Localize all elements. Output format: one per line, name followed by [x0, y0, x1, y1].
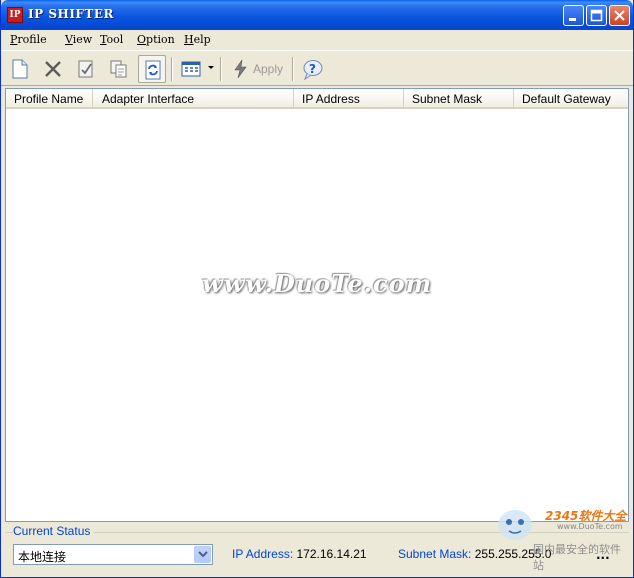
logo-tagline: 国内最安全的软件站 — [533, 543, 621, 572]
apply-button[interactable] — [227, 55, 255, 83]
adapter-select-value: 本地连接 — [18, 550, 67, 564]
profile-list[interactable]: Profile Name Adapter Interface IP Addres… — [5, 88, 629, 522]
refresh-icon — [145, 60, 161, 80]
column-default-gateway[interactable]: Default Gateway — [514, 89, 628, 107]
minimize-icon — [569, 18, 576, 21]
copy-button[interactable] — [105, 55, 133, 83]
list-header: Profile Name Adapter Interface IP Addres… — [6, 89, 628, 109]
column-subnet-mask[interactable]: Subnet Mask — [404, 89, 514, 107]
menu-help[interactable]: Help — [184, 33, 211, 46]
column-ip-address[interactable]: IP Address — [294, 89, 404, 107]
maximize-icon — [590, 9, 603, 22]
ip-address-label: IP Address: — [232, 547, 294, 561]
mascot-icon — [498, 510, 532, 540]
view-mode-dropdown-icon[interactable] — [208, 66, 214, 69]
adapter-select-button[interactable] — [194, 546, 211, 563]
menu-view[interactable]: View — [65, 33, 92, 46]
column-adapter-interface[interactable]: Adapter Interface — [94, 89, 294, 107]
edit-icon — [78, 60, 93, 78]
copy-icon — [110, 60, 127, 78]
menu-tool[interactable]: Tool — [100, 33, 123, 46]
window-title: IP SHIFTER — [28, 7, 114, 21]
status-title: Current Status — [13, 524, 94, 538]
minimize-button[interactable] — [563, 5, 584, 26]
menu-bar: Profile View Tool Option Help — [1, 30, 633, 50]
help-button[interactable]: ? — [298, 55, 326, 83]
delete-button[interactable] — [39, 55, 67, 83]
app-window: IP IP SHIFTER Profile View Tool Option H… — [0, 0, 634, 578]
new-profile-icon — [12, 59, 28, 79]
menu-profile[interactable]: Profile — [10, 33, 47, 46]
svg-text:?: ? — [309, 62, 316, 76]
corner-logo: 2345软件大全 www.DuoTe.com 国内最安全的软件站 — [491, 497, 631, 572]
apply-label[interactable]: Apply — [253, 62, 283, 76]
adapter-select[interactable]: 本地连接 — [13, 544, 213, 565]
toolbar: Apply ? — [1, 50, 633, 86]
ip-address-field: IP Address: 172.16.14.21 — [232, 547, 367, 561]
column-profile-name[interactable]: Profile Name — [6, 89, 93, 107]
chevron-down-icon — [198, 551, 208, 558]
toolbar-separator — [171, 57, 173, 81]
toolbar-separator — [292, 57, 294, 81]
close-icon — [614, 10, 625, 21]
delete-icon — [45, 61, 61, 77]
apply-lightning-icon — [234, 59, 247, 79]
help-icon: ? — [303, 60, 323, 81]
title-bar[interactable]: IP IP SHIFTER — [1, 0, 633, 30]
watermark: www.DuoTe.com — [202, 269, 432, 298]
maximize-button[interactable] — [586, 5, 607, 26]
app-icon[interactable]: IP — [7, 7, 23, 23]
ip-address-value: 172.16.14.21 — [296, 547, 367, 561]
refresh-button[interactable] — [138, 55, 166, 83]
logo-url: www.DuoTe.com — [557, 522, 623, 531]
view-mode-button[interactable] — [177, 55, 205, 83]
close-button[interactable] — [609, 5, 630, 26]
menu-option[interactable]: Option — [137, 33, 175, 46]
subnet-mask-label: Subnet Mask: — [398, 547, 472, 561]
new-profile-button[interactable] — [6, 55, 34, 83]
edit-button[interactable] — [72, 55, 100, 83]
view-mode-icon — [181, 61, 201, 77]
toolbar-separator — [220, 57, 222, 81]
